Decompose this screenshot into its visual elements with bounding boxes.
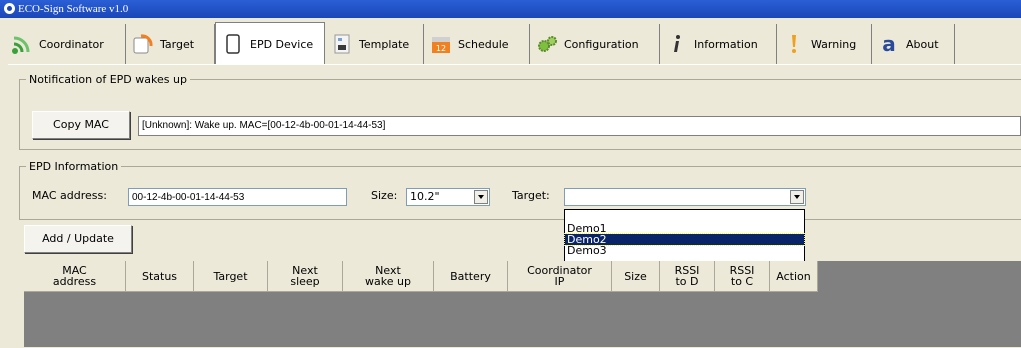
column-next-sleep[interactable]: Next sleep [268, 261, 343, 292]
column-status[interactable]: Status [126, 261, 194, 292]
tab-label: Target [160, 37, 195, 51]
target-dropdown-list: Demo1 Demo2 Demo3 [564, 209, 805, 266]
about-a-icon: a [876, 31, 902, 57]
size-select[interactable]: 10.2" [406, 188, 490, 206]
exclamation-icon [781, 31, 807, 57]
tab-target[interactable]: Target [126, 24, 215, 64]
tab-label: EPD Device [250, 37, 314, 51]
column-next-wake-up[interactable]: Next wake up [343, 261, 434, 292]
gears-icon [534, 31, 560, 57]
notification-group: Notification of EPD wakes up [19, 73, 1021, 150]
column-rssi-to-c[interactable]: RSSI to C [715, 261, 770, 292]
epd-device-icon [220, 31, 246, 57]
tab-label: Schedule [458, 37, 509, 51]
tab-strip: Coordinator Target EPD Device Template 1… [5, 22, 955, 65]
tab-template[interactable]: Template [325, 24, 424, 64]
tab-schedule[interactable]: 12 Schedule [424, 24, 530, 64]
tab-configuration[interactable]: Configuration [530, 24, 660, 64]
notification-legend: Notification of EPD wakes up [29, 73, 187, 86]
app-icon [4, 3, 15, 14]
target-option-demo3[interactable]: Demo3 [565, 245, 804, 256]
mac-address-label: MAC address: [32, 189, 107, 202]
tab-label: Information [694, 37, 758, 51]
epd-information-legend: EPD Information [29, 160, 119, 173]
mac-address-input[interactable]: 00-12-4b-00-01-14-44-53 [128, 188, 347, 206]
tab-coordinator[interactable]: Coordinator [5, 24, 126, 64]
calendar-icon: 12 [428, 31, 454, 57]
size-value: 10.2" [410, 190, 440, 203]
wifi-signal-icon [9, 31, 35, 57]
tab-information[interactable]: Information [660, 24, 777, 64]
tab-label: About [906, 37, 939, 51]
target-select[interactable] [564, 188, 806, 206]
tab-epd-device[interactable]: EPD Device [215, 22, 325, 65]
column-target[interactable]: Target [194, 261, 268, 292]
add-update-button[interactable]: Add / Update [24, 225, 132, 253]
column-size[interactable]: Size [612, 261, 660, 292]
epd-device-table: MAC address Status Target Next sleep Nex… [24, 261, 1021, 347]
tab-label: Warning [811, 37, 857, 51]
template-icon [329, 31, 355, 57]
size-label: Size: [371, 189, 398, 202]
column-rssi-to-d[interactable]: RSSI to D [660, 261, 715, 292]
chevron-down-icon[interactable] [474, 190, 488, 204]
tab-warning[interactable]: Warning [777, 24, 872, 64]
tab-label: Template [359, 37, 410, 51]
tab-about[interactable]: a About [872, 24, 955, 64]
chevron-down-icon[interactable] [790, 190, 804, 204]
tab-label: Coordinator [39, 37, 104, 51]
svg-text:a: a [882, 32, 896, 56]
wake-up-message-field[interactable]: [Unknown]: Wake up. MAC=[00-12-4b-00-01-… [138, 116, 1021, 136]
column-battery[interactable]: Battery [434, 261, 508, 292]
target-label: Target: [512, 189, 550, 202]
target-device-icon [130, 31, 156, 57]
window-title: ECO-Sign Software v1.0 [18, 3, 129, 15]
tab-label: Configuration [564, 37, 639, 51]
svg-text:12: 12 [436, 44, 446, 53]
table-header: MAC address Status Target Next sleep Nex… [24, 261, 818, 292]
window-titlebar: ECO-Sign Software v1.0 [0, 0, 1021, 18]
copy-mac-button[interactable]: Copy MAC [32, 111, 130, 139]
column-mac-address[interactable]: MAC address [24, 261, 126, 292]
column-coordinator-ip[interactable]: Coordinator IP [508, 261, 612, 292]
info-icon [664, 31, 690, 57]
column-action[interactable]: Action [770, 261, 818, 292]
